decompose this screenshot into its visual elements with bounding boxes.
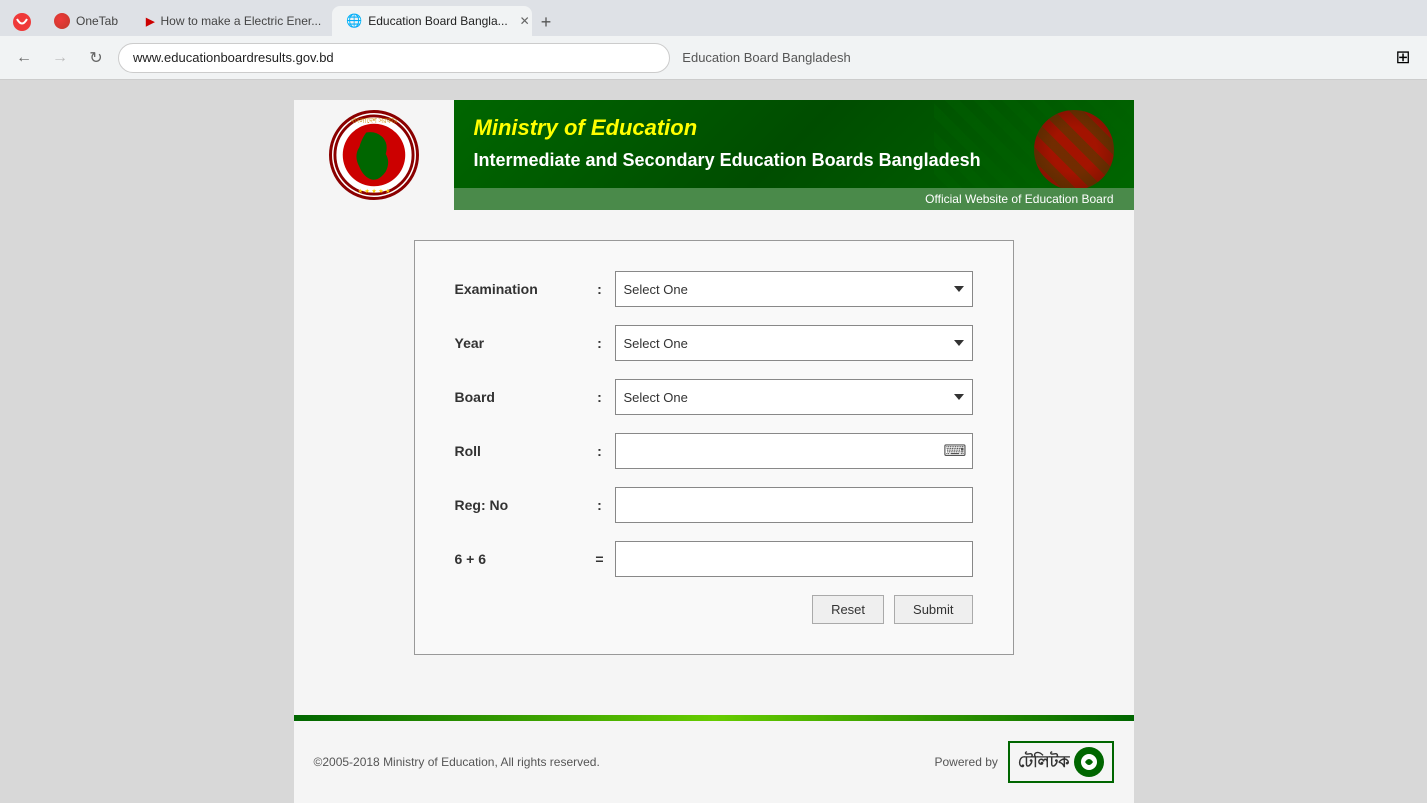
keyboard-icon: ⌨ <box>943 441 966 461</box>
tab-onetab-label: OneTab <box>76 14 118 28</box>
captcha-control <box>615 541 973 577</box>
examination-row: Examination : Select One <box>455 271 973 307</box>
board-colon: : <box>585 389 615 405</box>
address-bar[interactable] <box>118 43 670 73</box>
site-header: ★ ★ ★ ★ ★ বাংলাদেশ সরকার Ministry of Edu… <box>294 100 1134 210</box>
year-control: Select One <box>615 325 973 361</box>
tab-close-button[interactable]: ✕ <box>520 14 530 28</box>
logo-section: ★ ★ ★ ★ ★ বাংলাদেশ সরকার <box>294 100 454 210</box>
teletalk-badge: টেলিটক <box>1008 741 1114 783</box>
page-content: ★ ★ ★ ★ ★ বাংলাদেশ সরকার Ministry of Edu… <box>0 80 1427 803</box>
tab-eduboard-label: Education Board Bangla... <box>368 14 507 28</box>
site-wrapper: ★ ★ ★ ★ ★ বাংলাদেশ সরকার Ministry of Edu… <box>294 100 1134 803</box>
reg-no-label: Reg: No <box>455 497 585 513</box>
new-tab-label: + <box>541 12 552 33</box>
captcha-label: 6 + 6 <box>455 551 585 567</box>
examination-colon: : <box>585 281 615 297</box>
new-tab-button[interactable]: + <box>532 8 560 36</box>
browser-logo[interactable] <box>8 8 36 36</box>
form-buttons: Reset Submit <box>455 595 973 624</box>
roll-colon: : <box>585 443 615 459</box>
year-select[interactable]: Select One <box>615 325 973 361</box>
captcha-input[interactable] <box>615 541 973 577</box>
address-title: Education Board Bangladesh <box>682 50 850 65</box>
tab-youtube[interactable]: ▶ How to make a Electric Ener... <box>132 6 332 36</box>
back-button[interactable]: ← <box>10 44 38 72</box>
reg-no-colon: : <box>585 497 615 513</box>
submit-button[interactable]: Submit <box>894 595 972 624</box>
teletalk-icon <box>1074 747 1104 777</box>
official-label: Official Website of Education Board <box>925 192 1113 206</box>
year-label: Year <box>455 335 585 351</box>
powered-by-label: Powered by <box>935 755 998 769</box>
examination-label: Examination <box>455 281 585 297</box>
roll-input-wrapper: ⌨ <box>615 433 973 469</box>
board-control: Select One <box>615 379 973 415</box>
logo-circle: ★ ★ ★ ★ ★ বাংলাদেশ সরকার <box>329 110 419 200</box>
logo-svg: ★ ★ ★ ★ ★ বাংলাদেশ সরকার <box>332 112 416 198</box>
captcha-row: 6 + 6 = <box>455 541 973 577</box>
tab-youtube-label: How to make a Electric Ener... <box>161 14 322 28</box>
globe-icon: 🌐 <box>346 13 362 29</box>
board-row: Board : Select One <box>455 379 973 415</box>
roll-row: Roll : ⌨ <box>455 433 973 469</box>
roll-input[interactable] <box>615 433 973 469</box>
year-colon: : <box>585 335 615 351</box>
year-row: Year : Select One <box>455 325 973 361</box>
reset-button[interactable]: Reset <box>812 595 884 624</box>
form-box: Examination : Select One Year : Select O… <box>414 240 1014 655</box>
browser-toolbar: ← → ↻ Education Board Bangladesh ⊞ <box>0 36 1427 80</box>
forward-button[interactable]: → <box>46 44 74 72</box>
powered-by: Powered by টেলিটক <box>935 741 1114 783</box>
header-content: Ministry of Education Intermediate and S… <box>454 100 1134 188</box>
tab-eduboard[interactable]: 🌐 Education Board Bangla... ✕ <box>332 6 532 36</box>
board-title: Intermediate and Secondary Education Boa… <box>474 149 1114 172</box>
copyright-text: ©2005-2018 Ministry of Education, All ri… <box>314 755 600 769</box>
form-section: Examination : Select One Year : Select O… <box>294 210 1134 685</box>
captcha-equals: = <box>585 551 615 567</box>
board-select[interactable]: Select One <box>615 379 973 415</box>
reload-button[interactable]: ↻ <box>82 44 110 72</box>
site-footer: ©2005-2018 Ministry of Education, All ri… <box>294 721 1134 803</box>
teletalk-text: টেলিটক <box>1018 749 1070 776</box>
roll-label: Roll <box>455 443 585 459</box>
svg-text:★ ★ ★ ★ ★: ★ ★ ★ ★ ★ <box>357 188 390 195</box>
board-label: Board <box>455 389 585 405</box>
reg-no-row: Reg: No : <box>455 487 973 523</box>
vivaldi-icon <box>54 13 70 29</box>
examination-select[interactable]: Select One <box>615 271 973 307</box>
examination-control: Select One <box>615 271 973 307</box>
extensions-icon[interactable]: ⊞ <box>1389 44 1417 72</box>
svg-text:বাংলাদেশ সরকার: বাংলাদেশ সরকার <box>349 118 397 125</box>
header-footer: Official Website of Education Board <box>454 188 1134 210</box>
reg-no-control <box>615 487 973 523</box>
browser-tabs: OneTab ▶ How to make a Electric Ener... … <box>0 0 1427 36</box>
roll-control: ⌨ <box>615 433 973 469</box>
youtube-icon: ▶ <box>146 15 154 28</box>
browser-chrome: OneTab ▶ How to make a Electric Ener... … <box>0 0 1427 80</box>
tab-onetab[interactable]: OneTab <box>40 6 132 36</box>
reg-no-input[interactable] <box>615 487 973 523</box>
ministry-title: Ministry of Education <box>474 115 1114 141</box>
